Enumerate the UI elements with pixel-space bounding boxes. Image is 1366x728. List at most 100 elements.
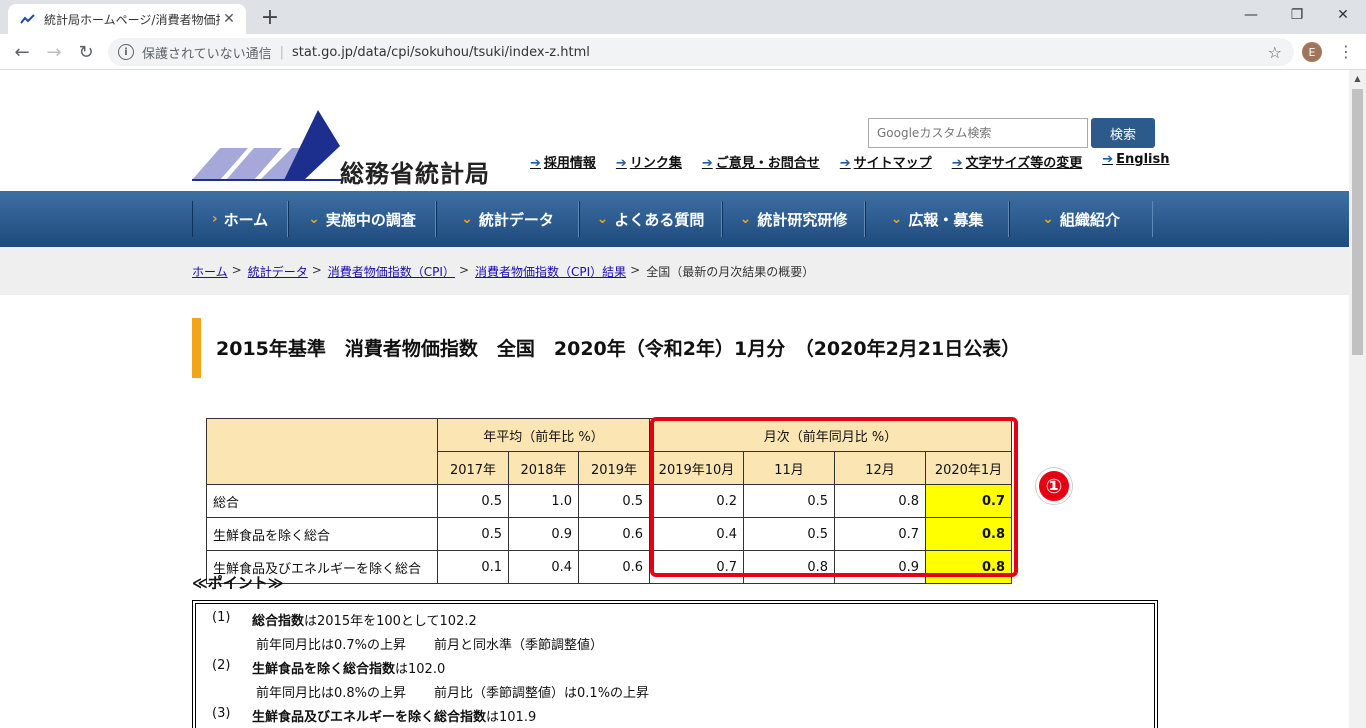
nav-item-home[interactable]: › ホーム — [192, 201, 288, 237]
breadcrumb-link-data[interactable]: 統計データ — [248, 263, 308, 280]
browser-tab-strip: 統計局ホームページ/消費者物価指数 ✕ + — ❐ ✕ — [0, 0, 1366, 34]
table-cell: 0.6 — [578, 517, 650, 551]
point-bold: 生鮮食品を除く総合指数 — [252, 662, 396, 677]
nav-item-faq[interactable]: ⌄ よくある質問 — [579, 201, 722, 237]
scroll-up-icon[interactable]: ▲ — [1349, 70, 1366, 87]
table-cell: 0.6 — [578, 550, 650, 584]
bookmark-star-icon[interactable]: ☆ — [1268, 43, 1282, 62]
point-number: (3) — [212, 706, 231, 721]
table-corner-header — [206, 418, 438, 485]
tab-close-icon[interactable]: ✕ — [220, 11, 238, 27]
window-close-icon[interactable]: ✕ — [1320, 0, 1366, 30]
table-cell: 0.1 — [437, 550, 509, 584]
menu-kebab-icon[interactable]: ⋮ — [1338, 42, 1354, 61]
point-text: は102.0 — [395, 662, 446, 677]
tab-title: 統計局ホームページ/消費者物価指数 — [44, 12, 220, 27]
restore-icon[interactable]: ❐ — [1274, 0, 1320, 30]
nav-item-pr[interactable]: ⌄ 広報・募集 — [865, 201, 1009, 237]
stat-bureau-logo-icon[interactable] — [192, 108, 342, 182]
breadcrumb-link-home[interactable]: ホーム — [192, 263, 228, 280]
point-detail-text: 前年同月比は0.8%の上昇 — [256, 686, 407, 701]
chevron-down-icon: ⌄ — [1042, 211, 1054, 227]
forward-icon[interactable]: → — [42, 40, 66, 64]
breadcrumb-current: 全国（最新の月次結果の概要） — [646, 265, 815, 279]
util-link-recruit[interactable]: ➔ 採用情報 — [530, 152, 596, 171]
annual-group-header: 年平均（前年比 %） — [437, 418, 650, 452]
point-text: は2015年を100として102.2 — [304, 614, 477, 629]
chevron-down-icon: ⌄ — [461, 211, 473, 227]
chevron-right-icon: › — [211, 211, 218, 227]
highlight-frame — [650, 417, 1018, 577]
point-detail: 前年同月比は0.7%の上昇 前月と同水準（季節調整値） — [256, 634, 631, 653]
breadcrumb: ホーム > 統計データ > 消費者物価指数（CPI） > 消費者物価指数（CPI）結果… — [192, 263, 814, 280]
chevron-down-icon: ⌄ — [890, 211, 903, 227]
utility-links: ➔ 採用情報 ➔ リンク集 ➔ ご意見・お問合せ ➔ サイトマップ ➔ 文字サイズ等の変更… — [530, 152, 1189, 171]
browser-tab[interactable]: 統計局ホームページ/消費者物価指数 ✕ — [8, 4, 246, 34]
breadcrumb-link-cpi[interactable]: 消費者物価指数（CPI） — [328, 263, 455, 280]
breadcrumb-link-cpi-results[interactable]: 消費者物価指数（CPI）結果 — [475, 263, 626, 280]
table-cell: 0.5 — [437, 484, 509, 518]
search-input[interactable] — [868, 118, 1088, 148]
point-detail-text: 前年同月比は0.7%の上昇 — [256, 638, 407, 653]
arrow-right-icon: ➔ — [615, 156, 627, 171]
chevron-down-icon: ⌄ — [739, 211, 752, 227]
url-text[interactable]: stat.go.jp/data/cpi/sokuhou/tsuki/index-… — [292, 45, 590, 60]
row-label: 生鮮食品を除く総合 — [206, 517, 438, 551]
minimize-icon[interactable]: — — [1228, 0, 1274, 30]
point-bold: 総合指数 — [252, 614, 305, 629]
arrow-right-icon: ➔ — [701, 156, 713, 171]
chevron-down-icon: ⌄ — [596, 211, 609, 227]
arrow-right-icon: ➔ — [951, 156, 963, 171]
breadcrumb-separator: > — [458, 263, 469, 277]
point-number: (2) — [212, 658, 231, 673]
table-cell: 0.5 — [578, 484, 650, 518]
table-cell: 0.5 — [437, 517, 509, 551]
table-cell: 1.0 — [508, 484, 579, 518]
search-button[interactable]: 検索 — [1091, 118, 1155, 148]
table-cell: 0.9 — [508, 517, 579, 551]
point-item: (3) 生鮮食品及びエネルギーを除く総合指数 は101.9 — [212, 706, 536, 725]
arrow-right-icon: ➔ — [1102, 152, 1114, 167]
address-bar[interactable]: i 保護されていない通信 | stat.go.jp/data/cpi/sokuh… — [108, 38, 1294, 66]
title-accent-bar — [192, 318, 201, 378]
main-nav: › ホーム ⌄ 実施中の調査 ⌄ 統計データ ⌄ よくある質問 ⌄ 統計研究研修 ⌄ 広報・… — [0, 191, 1349, 247]
util-link-english[interactable]: ➔ English — [1102, 152, 1169, 171]
table-cell: 0.4 — [508, 550, 579, 584]
omnibox-divider: | — [279, 44, 285, 60]
point-detail-text: 前月と同水準（季節調整値） — [434, 638, 604, 653]
security-label: 保護されていない通信 — [142, 46, 272, 62]
points-title: ≪ポイント≫ — [192, 574, 284, 592]
nav-item-organization[interactable]: ⌄ 組織紹介 — [1009, 201, 1153, 237]
nav-item-training[interactable]: ⌄ 統計研究研修 — [722, 201, 865, 237]
info-icon[interactable]: i — [118, 44, 134, 60]
point-item: (2) 生鮮食品を除く総合指数 は102.0 — [212, 658, 445, 677]
reload-icon[interactable]: ↻ — [74, 40, 98, 64]
point-text: は101.9 — [486, 710, 537, 725]
util-link-links[interactable]: ➔ リンク集 — [616, 152, 682, 171]
nav-item-data[interactable]: ⌄ 統計データ — [436, 201, 579, 237]
back-icon[interactable]: ← — [10, 40, 34, 64]
chevron-down-icon: ⌄ — [308, 211, 320, 227]
column-header: 2018年 — [508, 451, 579, 485]
nav-item-surveys[interactable]: ⌄ 実施中の調査 — [288, 201, 436, 237]
new-tab-icon[interactable]: + — [258, 5, 282, 30]
util-link-sitemap[interactable]: ➔ サイトマップ — [840, 152, 932, 171]
profile-avatar[interactable]: E — [1302, 42, 1322, 62]
arrow-right-icon: ➔ — [839, 156, 851, 171]
column-header: 2019年 — [578, 451, 650, 485]
util-link-contact[interactable]: ➔ ご意見・お問合せ — [702, 152, 820, 171]
page-title: 2015年基準 消費者物価指数 全国 2020年（令和2年）1月分 （2020年… — [216, 338, 1021, 360]
breadcrumb-bar: ホーム > 統計データ > 消費者物価指数（CPI） > 消費者物価指数（CPI）結果… — [0, 247, 1349, 295]
annotation-badge: ① — [1036, 468, 1072, 504]
breadcrumb-separator: > — [311, 263, 322, 277]
point-detail-text: 前月比（季節調整値）は0.1%の上昇 — [434, 686, 650, 701]
favicon-icon — [20, 14, 35, 24]
column-header: 2017年 — [437, 451, 509, 485]
logo-text[interactable]: 総務省統計局 — [340, 154, 490, 189]
point-number: (1) — [212, 610, 231, 625]
scrollbar-thumb[interactable] — [1352, 89, 1363, 355]
vertical-scrollbar[interactable]: ▲ — [1349, 70, 1366, 728]
row-label: 総合 — [206, 484, 438, 518]
util-link-font-size[interactable]: ➔ 文字サイズ等の変更 — [952, 152, 1083, 171]
page-content: 総務省統計局 検索 ➔採用情報 ➔リンク集 ➔ご意見・お問合せ ➔サイトマップ … — [0, 70, 1349, 728]
